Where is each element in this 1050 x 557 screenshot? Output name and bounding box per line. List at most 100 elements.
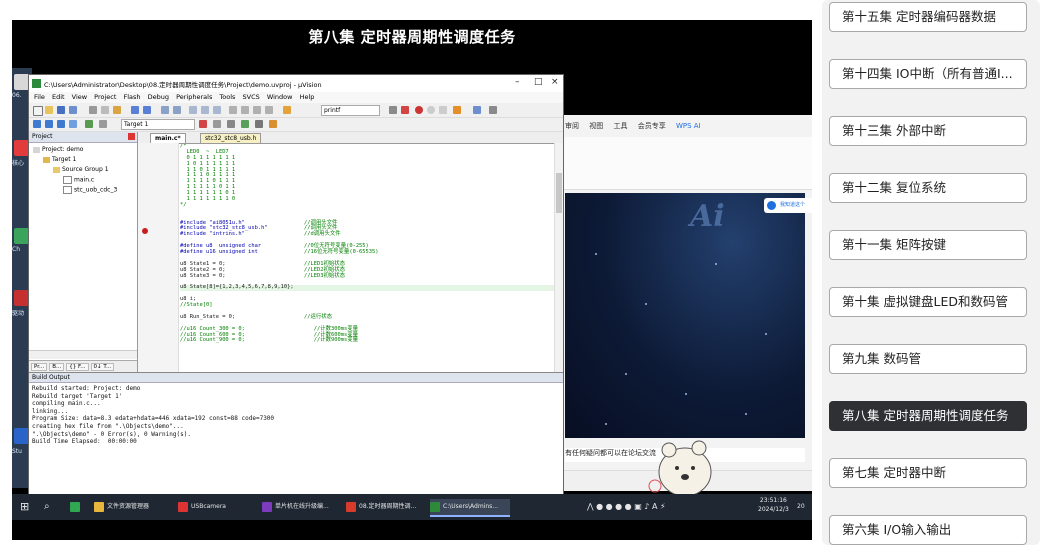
tab-functions[interactable]: {} F...	[66, 363, 89, 371]
editor-vscrollbar[interactable]	[554, 143, 563, 372]
menu-edit[interactable]: Edit	[52, 93, 65, 101]
taskbar-wps-doc[interactable]: 08.定时器周期性调...	[346, 499, 424, 515]
build-icon[interactable]	[45, 120, 53, 128]
editor-gutter[interactable]	[138, 143, 179, 372]
menu-file[interactable]: File	[34, 93, 45, 101]
menu-flash[interactable]: Flash	[123, 93, 140, 101]
menu-help[interactable]: Help	[300, 93, 315, 101]
taskbar-clock[interactable]: 23:51:16 2024/12/3	[758, 496, 789, 514]
menu-svcs[interactable]: SVCS	[243, 93, 260, 101]
episode-item[interactable]: 第十一集 矩阵按键	[829, 230, 1027, 260]
tree-file-main[interactable]: main.c	[63, 176, 94, 184]
cloud-popup[interactable]: 我知道这个	[764, 198, 812, 213]
nav-back-icon[interactable]	[161, 106, 169, 114]
tab-project[interactable]: Pr...	[31, 363, 48, 371]
run-time-env-icon[interactable]	[269, 120, 277, 128]
close-icon[interactable]: ×	[551, 77, 559, 87]
menu-peripherals[interactable]: Peripherals	[176, 93, 212, 101]
redo-icon[interactable]	[143, 106, 151, 114]
editor-tabs: main.c* stc32_stc8_usb.h	[138, 132, 563, 144]
nav-forward-icon[interactable]	[173, 106, 181, 114]
tree-source-group[interactable]: Source Group 1	[53, 166, 109, 173]
bookmark-prev-icon[interactable]	[201, 106, 209, 114]
new-file-icon[interactable]	[33, 106, 43, 116]
episode-item[interactable]: 第十集 虚拟键盘LED和数码管	[829, 287, 1027, 317]
episode-item[interactable]: 第十五集 定时器编码器数据	[829, 2, 1027, 32]
download-icon[interactable]	[85, 120, 93, 128]
code-line[interactable]: 34//u16 Count_900 = 0; //计数900ms变量	[180, 337, 560, 344]
tab-main-c[interactable]: main.c*	[150, 133, 186, 143]
menu-project[interactable]: Project	[94, 93, 116, 101]
find-combo[interactable]: printf	[321, 105, 380, 116]
taskbar-upgrade-tool[interactable]: 单片机在线升级编...	[262, 499, 340, 515]
start-windows-icon[interactable]: ⊞	[20, 499, 29, 515]
manage-components-icon[interactable]	[227, 120, 235, 128]
tree-target[interactable]: Target 1	[43, 156, 76, 163]
open-folder-icon[interactable]	[45, 106, 53, 114]
window-titlebar[interactable]: C:\Users\Administrator\Desktop\08.定时器周期性…	[29, 75, 563, 92]
debug-start-icon[interactable]	[401, 106, 409, 114]
maximize-icon[interactable]: □	[534, 77, 543, 87]
tree-file-lib[interactable]: stc_uob_cdc_3	[63, 186, 117, 194]
uncomment-icon[interactable]	[265, 106, 273, 114]
search-icon[interactable]: ⌕	[44, 499, 50, 515]
episode-item[interactable]: 第九集 数码管	[829, 344, 1027, 374]
menu-view[interactable]: View	[72, 93, 87, 101]
rebuild-icon[interactable]	[57, 120, 65, 128]
cut-icon[interactable]	[89, 106, 97, 114]
uvision-window[interactable]: C:\Users\Administrator\Desktop\08.定时器周期性…	[28, 74, 564, 496]
outdent-icon[interactable]	[241, 106, 249, 114]
target-select[interactable]: Target 1	[121, 119, 195, 130]
save-all-icon[interactable]	[69, 106, 77, 114]
tab-usb-h[interactable]: stc32_stc8_usb.h	[200, 133, 262, 143]
bookmark-next-icon[interactable]	[213, 106, 221, 114]
paste-icon[interactable]	[113, 106, 121, 114]
menu-debug[interactable]: Debug	[148, 93, 169, 101]
code-lines[interactable]: 1/*2 LED0 ~ LED73 0 1 1 1 1 1 1 14 1 0 1…	[180, 144, 560, 372]
select-packs-icon[interactable]	[255, 120, 263, 128]
tab-templates[interactable]: 0↓ T...	[90, 363, 115, 371]
taskbar-explorer[interactable]: 文件资源管理器	[94, 499, 172, 515]
tab-books[interactable]: B...	[49, 363, 65, 371]
undo-icon[interactable]	[131, 106, 139, 114]
window-layout-icon[interactable]	[473, 106, 481, 114]
episode-item[interactable]: 第十二集 复位系统	[829, 173, 1027, 203]
minimize-icon[interactable]: –	[515, 77, 520, 87]
menu-window[interactable]: Window	[267, 93, 293, 101]
comment-icon[interactable]	[253, 106, 261, 114]
translate-icon[interactable]	[33, 120, 41, 128]
file-extensions-icon[interactable]	[213, 120, 221, 128]
taskbar-uvision[interactable]: C:\Users\Admins...	[430, 499, 510, 517]
episode-item[interactable]: 第六集 I/O输入输出	[829, 515, 1027, 545]
indent-icon[interactable]	[229, 106, 237, 114]
episode-item[interactable]: 第十四集 IO中断（所有普通I...	[829, 59, 1027, 89]
episode-item[interactable]: 第十三集 外部中断	[829, 116, 1027, 146]
find-in-files-icon[interactable]	[283, 106, 291, 114]
panel-close-icon[interactable]	[128, 133, 135, 140]
video-player[interactable]: 第八集 定时器周期性调度任务 06. 核心 Ch 驱动 Stu 审阅 视图 工具…	[12, 20, 812, 540]
settings-wrench-icon[interactable]	[489, 106, 497, 114]
batch-build-icon[interactable]	[69, 120, 77, 128]
copy-icon[interactable]	[101, 106, 109, 114]
breakpoint-clear-icon[interactable]	[439, 106, 447, 114]
tree-project[interactable]: Project: demo	[33, 146, 83, 153]
configure-icon[interactable]	[453, 106, 461, 114]
notification-badge[interactable]: 20	[797, 499, 805, 515]
breakpoint-icon[interactable]	[415, 106, 423, 114]
code-editor[interactable]: main.c* stc32_stc8_usb.h 1/*2 LED0 ~ LED…	[138, 132, 563, 372]
episode-item[interactable]: 第八集 定时器周期性调度任务	[829, 401, 1027, 431]
bookmark-icon[interactable]	[189, 106, 197, 114]
taskbar-usbcamera[interactable]: USBcamera	[178, 499, 256, 515]
breakpoint-disable-icon[interactable]	[427, 106, 435, 114]
project-hscrollbar[interactable]	[29, 350, 137, 359]
find-icon[interactable]	[389, 106, 397, 114]
breakpoint-marker-icon[interactable]	[142, 228, 148, 234]
menu-tools[interactable]: Tools	[219, 93, 235, 101]
save-icon[interactable]	[57, 106, 65, 114]
pack-installer-icon[interactable]	[241, 120, 249, 128]
tray-icons[interactable]: ⋀ ● ● ● ● ▣ ♪ A ⚡	[587, 499, 666, 515]
episode-item[interactable]: 第七集 定时器中断	[829, 458, 1027, 488]
target-options-icon[interactable]	[199, 120, 207, 128]
stop-build-icon[interactable]	[99, 120, 107, 128]
taskbar-app-green[interactable]	[70, 499, 83, 515]
